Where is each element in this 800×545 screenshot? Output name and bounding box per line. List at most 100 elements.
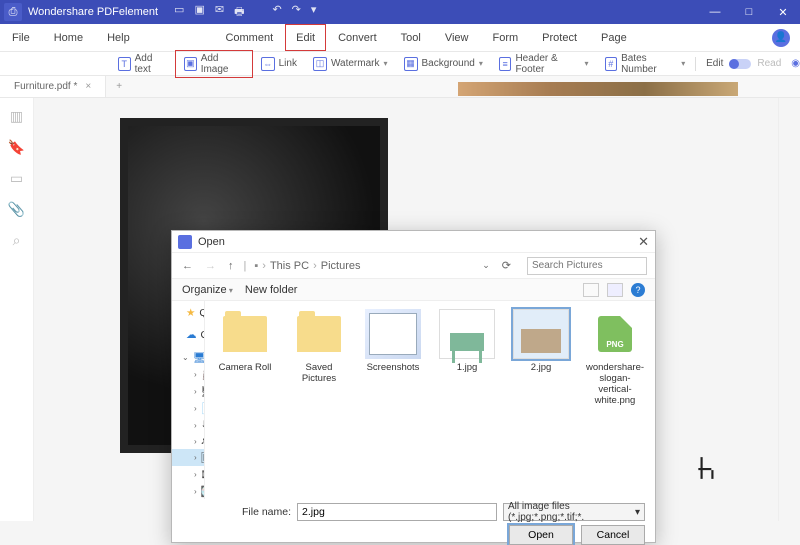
bookmark-icon[interactable]: 🔖 — [8, 139, 25, 156]
qat-print-icon[interactable]: 🖶 — [234, 3, 244, 22]
edit-toolbar: TAdd text ▣Add Image ⇔Link ◫Watermark▾ ▦… — [0, 52, 800, 76]
menu-edit[interactable]: Edit — [285, 24, 326, 51]
organize-menu[interactable]: Organize — [182, 284, 233, 296]
tool-bates-number[interactable]: #Bates Number▾ — [597, 51, 694, 77]
refresh-icon[interactable]: ⟳ — [500, 259, 513, 272]
tree-documents[interactable]: ›📄Documents — [172, 400, 204, 417]
tree-3d-objects[interactable]: ›🗿3D Objects — [172, 366, 204, 383]
dialog-toolbar: Organize New folder ? — [172, 279, 655, 301]
cancel-button[interactable]: Cancel — [581, 525, 645, 545]
quick-access-toolbar: ▭ ▣ ✉ 🖶 ↶ ↷ ▾ — [174, 3, 316, 22]
dialog-close-icon[interactable]: ✕ — [638, 234, 649, 250]
left-rail: ▥ 🔖 ▭ 📎 ⌕ — [0, 98, 34, 521]
tree-music[interactable]: ›♪Music — [172, 433, 204, 449]
qat-dropdown-icon[interactable]: ▾ — [311, 3, 317, 22]
attachments-icon[interactable]: 📎 — [8, 201, 25, 218]
breadcrumb-dropdown-icon[interactable]: ⌄ — [480, 260, 492, 271]
menu-file[interactable]: File — [0, 24, 42, 51]
tree-quick-access[interactable]: ★Quick access — [172, 305, 204, 321]
info-icon[interactable]: ◉ — [791, 58, 800, 69]
menu-protect[interactable]: Protect — [530, 24, 589, 51]
qat-redo-icon[interactable]: ↷ — [292, 3, 301, 22]
tree-onedrive[interactable]: ☁OneDrive — [172, 327, 204, 343]
bates-icon: # — [605, 57, 618, 71]
dialog-footer: File name: All image files (*.jpg;*.png;… — [172, 499, 655, 543]
search-input[interactable] — [527, 257, 647, 275]
image-icon: ▣ — [184, 57, 197, 71]
help-icon[interactable]: ? — [631, 283, 645, 297]
file-type-filter[interactable]: All image files (*.jpg;*.png;*.tif;*.▾ — [503, 503, 645, 521]
tool-background[interactable]: ▦Background▾ — [396, 55, 491, 73]
qat-undo-icon[interactable]: ↶ — [272, 3, 281, 22]
workspace: ▥ 🔖 ▭ 📎 ⌕ Open ✕ ← → ↑ | ▪ › — [0, 98, 800, 521]
view-mode-button[interactable] — [583, 283, 599, 297]
tree-os-c[interactable]: ›💽OS (C:) — [172, 483, 204, 499]
menu-page[interactable]: Page — [589, 24, 639, 51]
menu-view[interactable]: View — [433, 24, 481, 51]
edit-read-toggle[interactable]: Edit Read ◉ — [706, 58, 800, 69]
qat-image-icon[interactable]: ▣ — [194, 3, 204, 22]
chair-icon — [696, 455, 718, 481]
breadcrumb[interactable]: ▪ › This PC › Pictures — [254, 260, 360, 272]
tree-desktop[interactable]: ›🖥Desktop — [172, 383, 204, 400]
tree-pictures[interactable]: ›🖼Pictures — [172, 449, 204, 466]
annotations-icon[interactable]: ▭ — [10, 170, 23, 187]
menu-form[interactable]: Form — [480, 24, 530, 51]
text-icon: T — [118, 57, 131, 71]
tab-close-icon[interactable]: × — [85, 81, 91, 92]
file-png[interactable]: PNGwondershare-slogan-vertical-white.png — [585, 309, 645, 407]
file-saved-pictures[interactable]: Saved Pictures — [289, 309, 349, 385]
tab-furniture[interactable]: Furniture.pdf * × — [0, 76, 106, 97]
tool-add-image[interactable]: ▣Add Image — [175, 50, 253, 78]
dialog-title: Open — [198, 236, 225, 248]
nav-up-icon[interactable]: ↑ — [226, 260, 236, 272]
menu-convert[interactable]: Convert — [326, 24, 389, 51]
tab-label: Furniture.pdf * — [14, 81, 77, 92]
menu-help[interactable]: Help — [95, 24, 142, 51]
read-label: Read — [757, 58, 781, 69]
thumbnails-icon[interactable]: ▥ — [10, 108, 23, 125]
menu-tool[interactable]: Tool — [389, 24, 433, 51]
filename-input[interactable] — [297, 503, 497, 521]
search-icon[interactable]: ⌕ — [13, 232, 21, 249]
edit-label: Edit — [706, 58, 723, 69]
minimize-button[interactable]: — — [698, 0, 732, 24]
file-1jpg[interactable]: 1.jpg — [437, 309, 497, 374]
new-tab-button[interactable]: + — [106, 81, 132, 92]
tool-add-text[interactable]: TAdd text — [110, 51, 175, 77]
tool-watermark[interactable]: ◫Watermark▾ — [305, 55, 396, 73]
tree-this-pc[interactable]: ⌄🖥This PC — [172, 349, 204, 366]
file-screenshots[interactable]: Screenshots — [363, 309, 423, 374]
tool-link[interactable]: ⇔Link — [253, 55, 305, 73]
filename-label: File name: — [242, 506, 291, 518]
dialog-titlebar: Open ✕ — [172, 231, 655, 253]
file-2jpg[interactable]: 2.jpg — [511, 309, 571, 374]
file-camera-roll[interactable]: Camera Roll — [215, 309, 275, 374]
qat-open-icon[interactable]: ▭ — [174, 3, 184, 22]
menu-home[interactable]: Home — [42, 24, 95, 51]
view-mode-button-2[interactable] — [607, 283, 623, 297]
user-avatar-icon[interactable]: 👤 — [772, 29, 790, 47]
close-button[interactable]: ✕ — [766, 0, 800, 24]
nav-forward-icon[interactable]: → — [203, 260, 218, 272]
tree-downloads[interactable]: ›⬇Downloads — [172, 417, 204, 433]
title-bar: ⎙ Wondershare PDFelement ▭ ▣ ✉ 🖶 ↶ ↷ ▾ —… — [0, 0, 800, 24]
breadcrumb-this-pc[interactable]: This PC — [270, 260, 309, 272]
right-rail[interactable] — [778, 98, 800, 521]
menu-comment[interactable]: Comment — [213, 24, 285, 51]
link-icon: ⇔ — [261, 57, 275, 71]
qat-mail-icon[interactable]: ✉ — [215, 3, 224, 22]
file-list: Camera Roll Saved Pictures Screenshots 1… — [205, 301, 655, 499]
new-folder-button[interactable]: New folder — [245, 284, 298, 296]
header-footer-icon: ≡ — [499, 57, 512, 71]
tree-videos[interactable]: ›🎞Videos — [172, 466, 204, 483]
maximize-button[interactable]: □ — [732, 0, 766, 24]
nav-back-icon[interactable]: ← — [180, 260, 195, 272]
toggle-switch[interactable] — [729, 59, 751, 69]
breadcrumb-pictures[interactable]: Pictures — [321, 260, 361, 272]
app-logo-icon: ⎙ — [4, 3, 22, 21]
document-canvas: Open ✕ ← → ↑ | ▪ › This PC › Pictures ⌄ … — [34, 98, 778, 521]
watermark-icon: ◫ — [313, 57, 327, 71]
open-button[interactable]: Open — [509, 525, 573, 545]
tool-header-footer[interactable]: ≡Header & Footer▾ — [491, 51, 597, 77]
